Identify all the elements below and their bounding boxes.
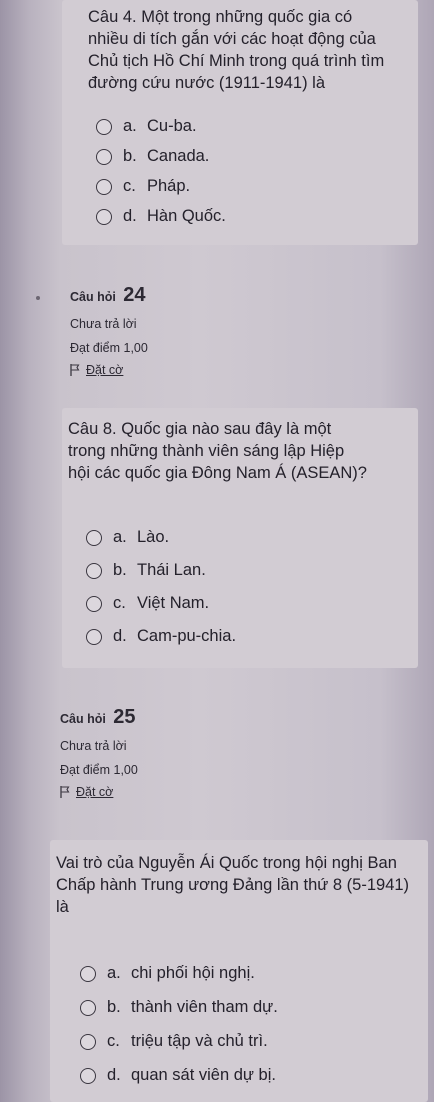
bullet-dot xyxy=(36,296,40,300)
radio-button[interactable] xyxy=(86,562,102,579)
question-label: Câu hỏi xyxy=(60,712,106,726)
question-info-24: Câu hỏi 24 Chưa trả lời Đạt điểm 1,00 Đặ… xyxy=(70,284,148,377)
radio-button[interactable] xyxy=(80,1067,96,1084)
option-d-prev[interactable]: d. Hàn Quốc. xyxy=(96,207,226,226)
question-score: Đạt điểm 1,00 xyxy=(70,341,148,355)
question-label: Câu hỏi xyxy=(70,290,116,304)
option-b-24[interactable]: b. Thái Lan. xyxy=(86,561,206,580)
question-text-24: Câu 8. Quốc gia nào sau đây là một trong… xyxy=(68,420,367,482)
option-b-prev[interactable]: b. Canada. xyxy=(96,147,209,166)
radio-button[interactable] xyxy=(80,999,96,1016)
answer-status: Chưa trả lời xyxy=(60,739,127,753)
question-info-25: Câu hỏi 25 Chưa trả lời Đạt điểm 1,00 Đặ… xyxy=(60,706,138,799)
question-number: 25 xyxy=(113,706,136,728)
option-a-24[interactable]: a. Lào. xyxy=(86,528,169,547)
radio-button[interactable] xyxy=(86,529,102,546)
question-text-prev: Câu 4. Một trong những quốc gia có nhiều… xyxy=(88,8,385,92)
option-d-25[interactable]: d. quan sát viên dự bị. xyxy=(80,1066,276,1085)
option-b-25[interactable]: b. thành viên tham dự. xyxy=(80,998,278,1017)
radio-button[interactable] xyxy=(96,178,112,195)
question-text-25: Vai trò của Nguyễn Ái Quốc trong hội ngh… xyxy=(56,854,410,916)
question-number: 24 xyxy=(123,284,146,306)
radio-button[interactable] xyxy=(96,118,112,135)
flag-icon xyxy=(60,786,70,798)
flag-icon xyxy=(70,364,80,376)
flag-question-link[interactable]: Đặt cờ xyxy=(70,363,148,377)
quiz-page: Câu 4. Một trong những quốc gia có nhiều… xyxy=(0,0,434,1102)
question-score: Đạt điểm 1,00 xyxy=(60,763,138,777)
option-a-25[interactable]: a. chi phối hội nghị. xyxy=(80,964,255,983)
option-c-25[interactable]: c. triệu tập và chủ trì. xyxy=(80,1032,268,1051)
flag-question-link[interactable]: Đặt cờ xyxy=(60,785,138,799)
option-a-prev[interactable]: a. Cu-ba. xyxy=(96,117,197,136)
radio-button[interactable] xyxy=(80,1033,96,1050)
radio-button[interactable] xyxy=(96,208,112,225)
answer-status: Chưa trả lời xyxy=(70,317,137,331)
radio-button[interactable] xyxy=(80,965,96,982)
radio-button[interactable] xyxy=(96,148,112,165)
option-c-prev[interactable]: c. Pháp. xyxy=(96,177,190,196)
radio-button[interactable] xyxy=(86,595,102,612)
option-c-24[interactable]: c. Việt Nam. xyxy=(86,594,209,613)
radio-button[interactable] xyxy=(86,628,102,645)
option-d-24[interactable]: d. Cam-pu-chia. xyxy=(86,627,236,646)
